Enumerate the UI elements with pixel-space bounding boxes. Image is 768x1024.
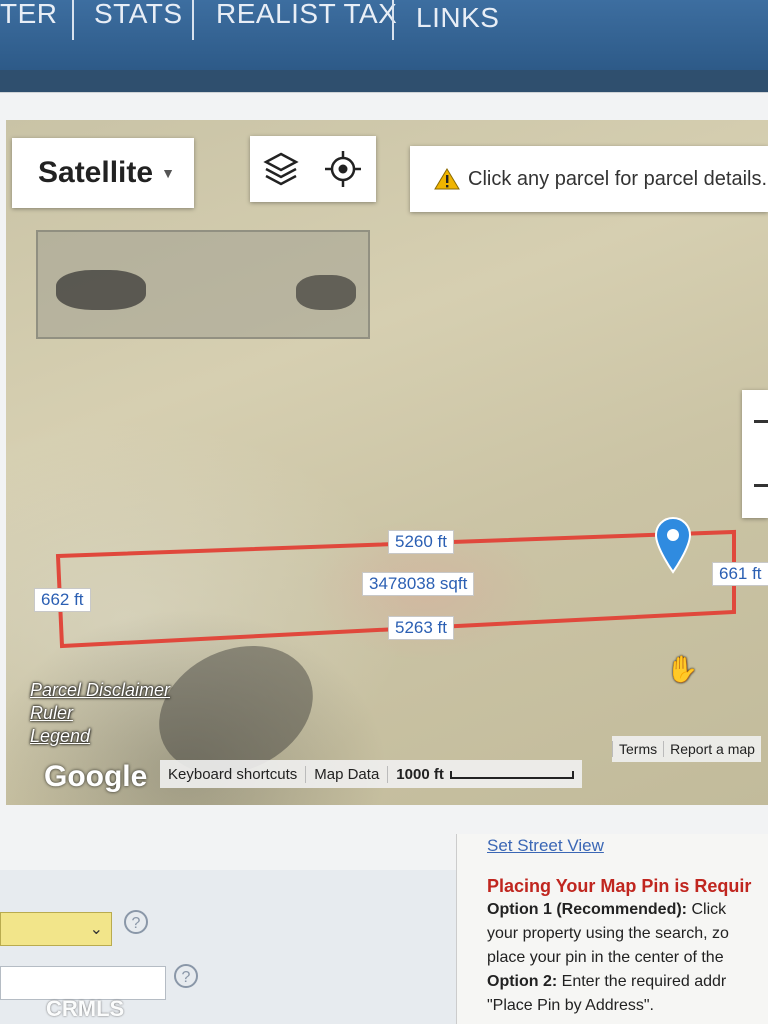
- zoom-control[interactable]: [742, 390, 768, 518]
- option-2-line-2: "Place Pin by Address".: [487, 997, 654, 1014]
- warning-icon: [434, 168, 460, 190]
- keyboard-shortcuts-link[interactable]: Keyboard shortcuts: [160, 765, 307, 783]
- layers-icon: [263, 152, 299, 186]
- nav-item-links[interactable]: LINKS: [416, 2, 499, 34]
- parcel-bottom-length: 5263 ft: [388, 616, 454, 640]
- scale-line: [449, 770, 574, 779]
- option-2-text: Enter the required addr: [557, 973, 727, 990]
- form-text-input[interactable]: [0, 966, 166, 1000]
- parcel-right-length: 661 ft: [712, 562, 768, 586]
- map-attribution: Keyboard shortcuts Map Data 1000 ft: [160, 760, 582, 788]
- parcel-disclaimer-link[interactable]: Parcel Disclaimer: [30, 680, 170, 701]
- hand-cursor-icon: ✋: [666, 654, 699, 684]
- pin-instructions-panel: Set Street View Placing Your Map Pin is …: [456, 834, 768, 1024]
- terms-link[interactable]: Terms: [612, 741, 663, 757]
- map-tools: [250, 136, 376, 202]
- crosshair-icon: [325, 151, 361, 187]
- form-select[interactable]: ⌄: [0, 912, 112, 946]
- watermark: CRMLS: [46, 996, 125, 1021]
- option-1-line-3: place your pin in the center of the: [487, 949, 724, 966]
- map-data-link[interactable]: Map Data: [306, 765, 389, 783]
- map-links: Parcel Disclaimer Ruler Legend: [30, 680, 170, 749]
- pin-instructions-heading: Placing Your Map Pin is Requir: [487, 876, 752, 896]
- help-icon[interactable]: ?: [124, 910, 148, 934]
- ruler-link[interactable]: Ruler: [30, 703, 170, 724]
- option-2-line: Option 2: Enter the required addr: [487, 970, 768, 994]
- scale-label: 1000 ft: [396, 765, 444, 783]
- help-icon[interactable]: ?: [174, 964, 198, 988]
- parcel-top-length: 5260 ft: [388, 530, 454, 554]
- top-nav: TER STATS REALIST TAX LINKS: [0, 0, 768, 70]
- google-logo: Google: [44, 760, 148, 793]
- zoom-in-icon[interactable]: [754, 420, 768, 423]
- map-type-label: Satellite: [38, 156, 154, 189]
- option-1-label: Option 1 (Recommended):: [487, 901, 688, 918]
- locate-button[interactable]: [322, 148, 364, 190]
- legend-link[interactable]: Legend: [30, 726, 170, 747]
- map-type-dropdown[interactable]: Satellite ▼: [12, 138, 194, 208]
- info-message: Click any parcel for parcel details.: [468, 167, 768, 190]
- nav-separator: [72, 0, 74, 40]
- layers-button[interactable]: [260, 148, 302, 190]
- set-street-view-link[interactable]: Set Street View: [487, 834, 768, 858]
- parcel-info-banner: Click any parcel for parcel details.: [410, 146, 768, 212]
- chevron-down-icon: ⌄: [89, 921, 103, 938]
- parcel-left-length: 662 ft: [34, 588, 91, 612]
- option-2-label: Option 2:: [487, 973, 558, 990]
- option-1-line-2: your property using the search, zo: [487, 925, 729, 942]
- map-pin-icon[interactable]: [654, 516, 692, 574]
- nav-item-realist-tax[interactable]: REALIST TAX: [216, 0, 397, 30]
- report-map-link[interactable]: Report a map: [663, 741, 761, 757]
- parcel-area: 3478038 sqft: [362, 572, 475, 596]
- nav-separator: [192, 0, 194, 40]
- nav-item-stats[interactable]: STATS: [94, 0, 183, 30]
- option-1-text: Click: [687, 901, 727, 918]
- map-attribution-right: Terms Report a map: [612, 736, 761, 762]
- scale-bar[interactable]: 1000 ft: [388, 766, 582, 783]
- nav-separator: [392, 0, 394, 40]
- zoom-out-icon[interactable]: [754, 484, 768, 487]
- nav-item-ter[interactable]: TER: [0, 0, 58, 30]
- caret-down-icon: ▼: [161, 165, 175, 181]
- option-1-line: Option 1 (Recommended): Click: [487, 898, 768, 922]
